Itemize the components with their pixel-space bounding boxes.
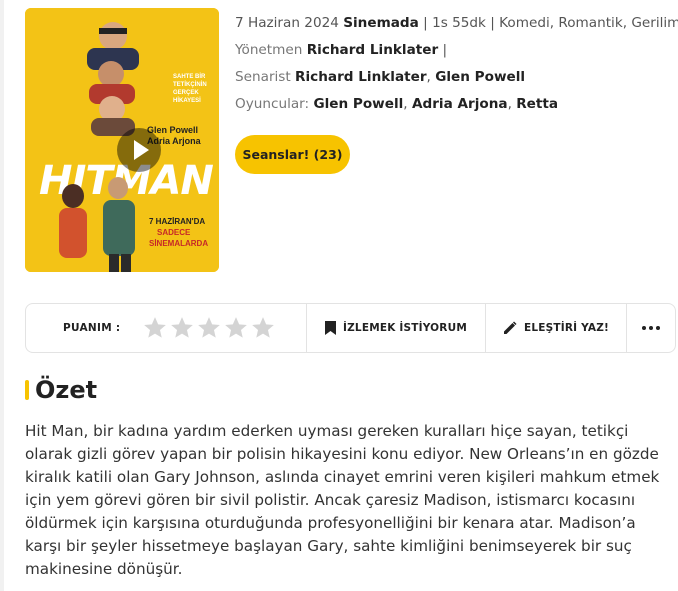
- star-icon[interactable]: [169, 315, 195, 341]
- watchlist-button[interactable]: İZLEMEK İSTİYORUM: [307, 304, 486, 352]
- duration: 1s 55dk: [432, 15, 486, 31]
- left-edge-strip: [0, 0, 4, 591]
- director-label: Yönetmen: [235, 42, 303, 58]
- release-status: Sinemada: [343, 15, 419, 31]
- rating-section: PUANIM :: [26, 304, 307, 352]
- writers-line: Senarist Richard Linklater, Glen Powell: [235, 69, 526, 85]
- pencil-icon: [503, 321, 517, 334]
- svg-text:7 HAZİRAN'DA: 7 HAZİRAN'DA: [149, 217, 205, 226]
- cast-link[interactable]: Retta: [516, 96, 558, 112]
- svg-text:SADECE: SADECE: [157, 228, 191, 237]
- separator: |: [490, 15, 495, 31]
- star-icon[interactable]: [250, 315, 276, 341]
- summary-header: Özet: [25, 376, 97, 404]
- genres: Komedi, Romantik, Gerilim: [499, 15, 678, 31]
- writer-link[interactable]: Richard Linklater: [295, 69, 427, 85]
- writers-label: Senarist: [235, 69, 291, 85]
- cast-link[interactable]: Adria Arjona: [412, 96, 508, 112]
- star-icon[interactable]: [223, 315, 249, 341]
- showtimes-button[interactable]: Seanslar! (23): [235, 135, 350, 174]
- play-trailer-icon[interactable]: [117, 128, 161, 172]
- director-line: Yönetmen Richard Linklater |: [235, 41, 675, 68]
- svg-text:SAHTE BİR: SAHTE BİR: [173, 73, 206, 80]
- svg-text:GERÇEK: GERÇEK: [173, 90, 199, 96]
- more-dots-icon: [642, 326, 660, 330]
- more-options-button[interactable]: [627, 304, 675, 352]
- svg-text:HİKAYESİ: HİKAYESİ: [173, 97, 201, 104]
- summary-text: Hit Man, bir kadına yardım ederken uymas…: [25, 422, 660, 578]
- star-icon[interactable]: [142, 315, 168, 341]
- write-review-button[interactable]: ELEŞTİRİ YAZ!: [486, 304, 627, 352]
- movie-info: 7 Haziran 2024 Sinemada | 1s 55dk | Kome…: [235, 14, 678, 122]
- summary-title: Özet: [35, 376, 98, 404]
- action-bar: PUANIM : İZLEMEK İSTİYORUM ELEŞTİRİ YAZ!: [25, 303, 676, 353]
- rating-stars: [142, 315, 276, 341]
- release-date: 7 Haziran 2024: [235, 15, 339, 31]
- watchlist-label: İZLEMEK İSTİYORUM: [343, 322, 467, 334]
- svg-text:TETİKÇİNİN: TETİKÇİNİN: [173, 81, 207, 88]
- cast-line: Oyuncular: Glen Powell, Adria Arjona, Re…: [235, 96, 559, 112]
- cast-link[interactable]: Glen Powell: [313, 96, 403, 112]
- separator: |: [442, 42, 448, 58]
- writer-link[interactable]: Glen Powell: [435, 69, 525, 85]
- bookmark-icon: [325, 321, 337, 335]
- cast-label: Oyuncular:: [235, 96, 310, 112]
- svg-text:Glen Powell: Glen Powell: [147, 125, 198, 135]
- star-icon[interactable]: [196, 315, 222, 341]
- director-link[interactable]: Richard Linklater: [307, 42, 439, 58]
- movie-poster[interactable]: SAHTE BİR TETİKÇİNİN GERÇEK HİKAYESİ Gle…: [25, 8, 219, 272]
- section-accent-bar: [25, 380, 29, 400]
- meta-line: 7 Haziran 2024 Sinemada | 1s 55dk | Kome…: [235, 14, 678, 41]
- rating-label: PUANIM :: [63, 322, 121, 334]
- separator: |: [423, 15, 428, 31]
- svg-text:SİNEMALARDA: SİNEMALARDA: [149, 239, 208, 248]
- write-review-label: ELEŞTİRİ YAZ!: [523, 322, 610, 334]
